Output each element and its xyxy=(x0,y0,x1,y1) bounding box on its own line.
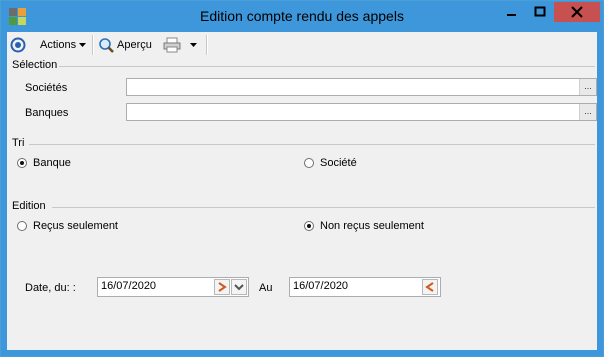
print-menu-button[interactable] xyxy=(163,36,198,54)
chevron-down-icon xyxy=(190,43,197,47)
minimize-icon xyxy=(507,14,516,16)
group-divider xyxy=(29,144,595,145)
date-to-value: 16/07/2020 xyxy=(293,280,349,292)
tri-societe-label[interactable]: Société xyxy=(320,157,357,169)
tri-banque-radio[interactable] xyxy=(17,158,27,168)
banques-browse-button[interactable]: ... xyxy=(579,104,596,120)
societes-field[interactable]: ... xyxy=(126,78,597,96)
banques-field[interactable]: ... xyxy=(126,103,597,121)
date-arrow-icon xyxy=(425,282,434,292)
close-icon xyxy=(571,6,583,18)
client-area: Actions Aperçu Sélection Sociétés ... Ba… xyxy=(7,32,597,350)
printer-icon xyxy=(163,37,181,53)
preview-button[interactable]: Aperçu xyxy=(98,36,152,54)
banques-label: Banques xyxy=(25,107,69,119)
group-divider xyxy=(59,66,595,67)
tri-banque-label[interactable]: Banque xyxy=(33,157,71,169)
date-from-value: 16/07/2020 xyxy=(101,280,157,292)
recus-seulement-label[interactable]: Reçus seulement xyxy=(33,220,118,232)
magnifier-icon xyxy=(99,37,114,53)
chevron-down-icon xyxy=(79,43,87,47)
non-recus-seulement-label[interactable]: Non reçus seulement xyxy=(320,220,424,232)
date-from-calendar-button[interactable] xyxy=(214,279,230,295)
refresh-button[interactable] xyxy=(10,36,26,54)
actions-label: Actions xyxy=(40,39,77,51)
societes-browse-button[interactable]: ... xyxy=(579,79,596,95)
societes-label: Sociétés xyxy=(25,82,68,94)
recus-seulement-radio[interactable] xyxy=(17,221,27,231)
date-arrow-icon xyxy=(218,282,227,292)
date-to-field[interactable]: 16/07/2020 xyxy=(289,277,441,297)
group-divider xyxy=(52,207,595,208)
date-from-dropdown-button[interactable] xyxy=(231,279,247,295)
toolbar-separator xyxy=(92,35,94,55)
preview-label: Aperçu xyxy=(117,39,152,51)
tri-group-title: Tri xyxy=(12,137,25,149)
toolbar-separator xyxy=(206,35,208,55)
actions-menu-button[interactable]: Actions xyxy=(40,36,87,54)
non-recus-seulement-radio[interactable] xyxy=(304,221,314,231)
minimize-button[interactable] xyxy=(497,2,527,22)
title-bar[interactable]: Edition compte rendu des appels xyxy=(1,1,603,32)
close-button[interactable] xyxy=(554,2,600,22)
date-to-calendar-button[interactable] xyxy=(422,279,438,295)
edition-group-title: Edition xyxy=(12,200,46,212)
main-window: Edition compte rendu des appels Actions xyxy=(0,0,604,357)
tri-societe-radio[interactable] xyxy=(304,158,314,168)
toolbar: Actions Aperçu xyxy=(7,32,597,58)
refresh-icon xyxy=(10,37,26,53)
date-to-label: Au xyxy=(259,282,273,294)
selection-group-title: Sélection xyxy=(12,59,58,71)
date-from-label: Date, du: : xyxy=(25,282,76,294)
maximize-button[interactable] xyxy=(525,2,555,22)
chevron-down-icon xyxy=(234,284,244,291)
maximize-icon xyxy=(534,6,546,17)
